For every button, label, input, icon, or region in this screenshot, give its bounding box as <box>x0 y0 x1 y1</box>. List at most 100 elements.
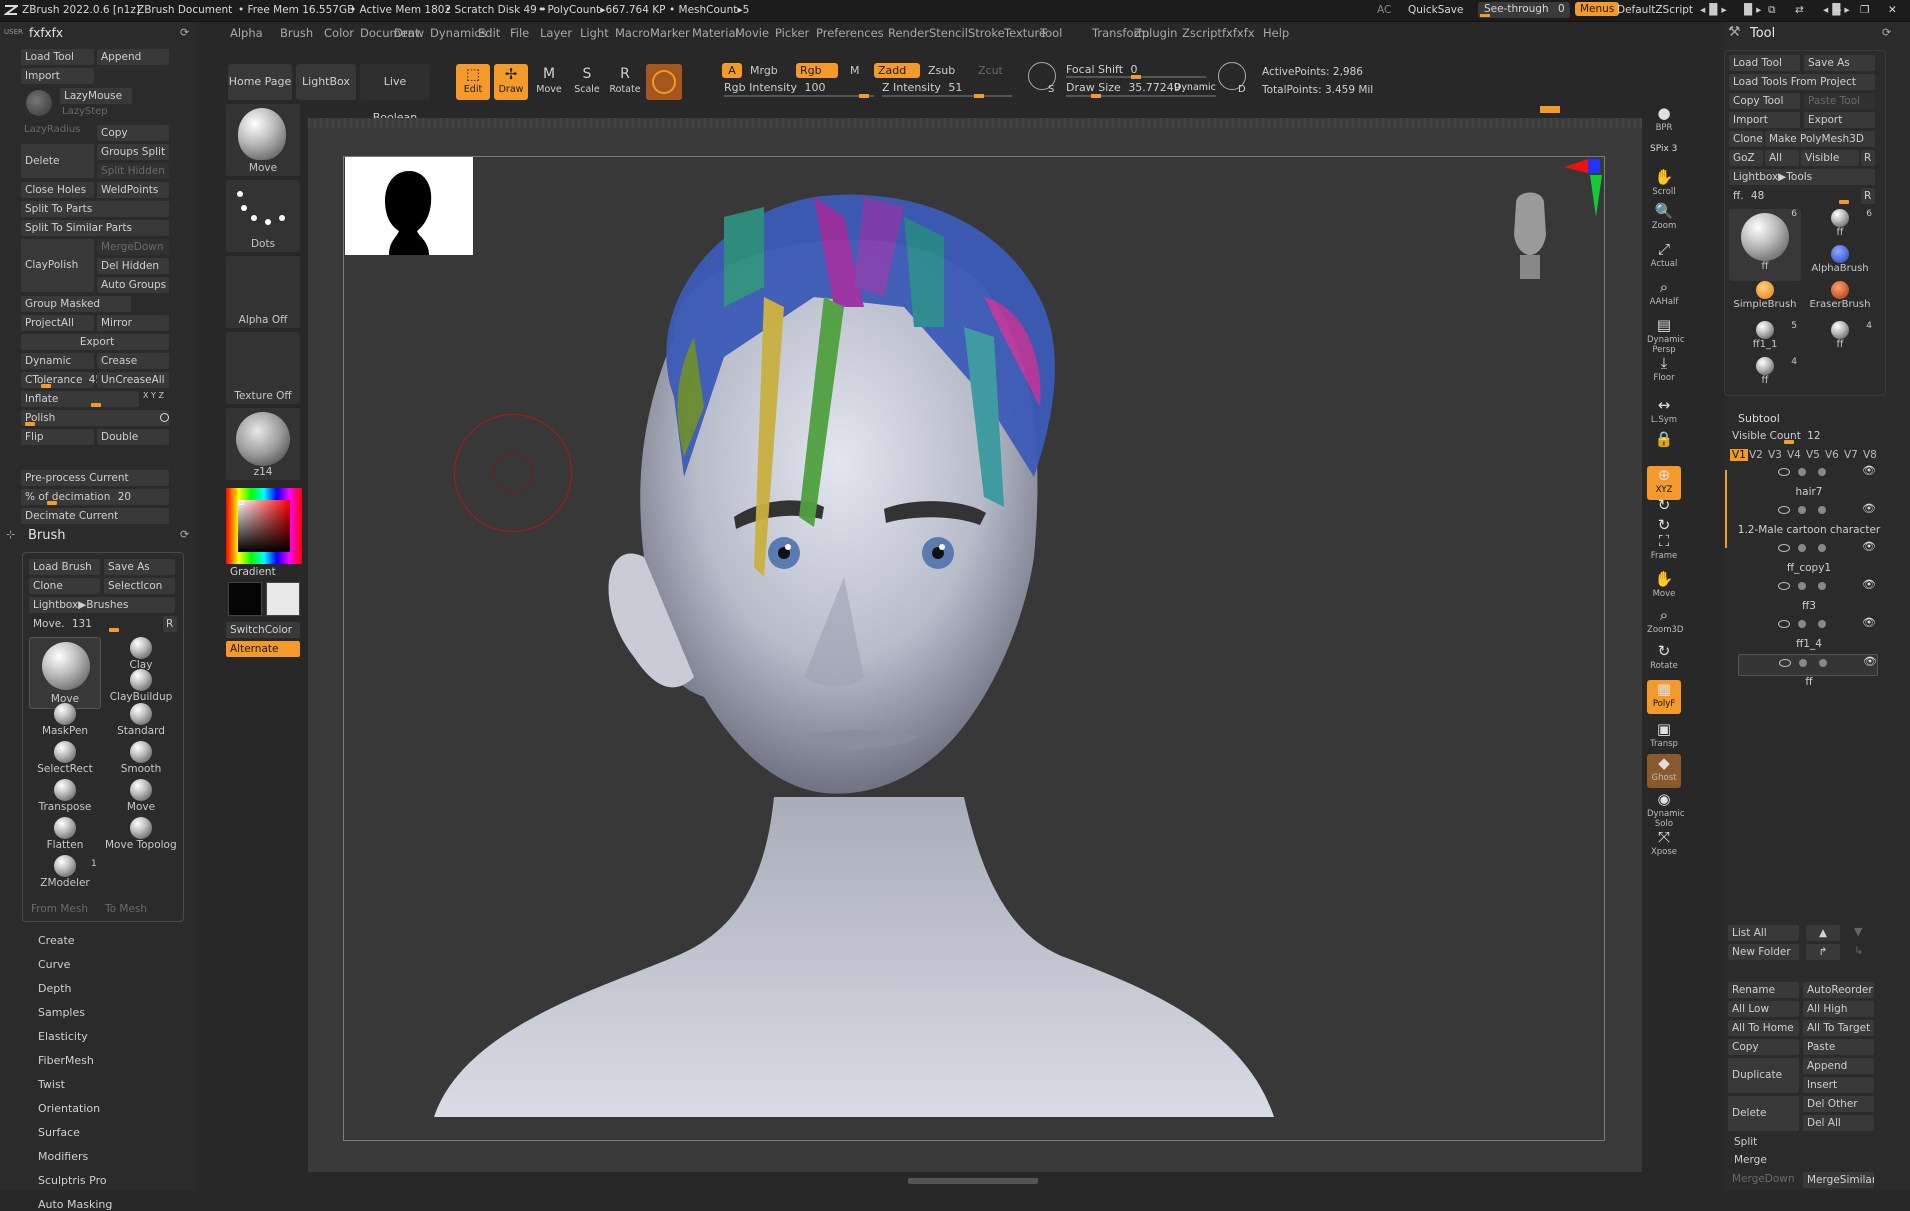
subtool-brush-icon[interactable] <box>1818 582 1826 590</box>
subtool-eye-toggle-icon[interactable] <box>1778 582 1790 590</box>
subtool-visibility-icon[interactable]: 👁 <box>1863 655 1877 668</box>
visible-count-slider[interactable]: Visible Count 12 <box>1728 428 1878 444</box>
all-low-button[interactable]: All Low <box>1728 1001 1799 1017</box>
subtool-name[interactable]: 1.2-Male cartoon character <box>1734 524 1884 536</box>
shelf-rotate-button[interactable]: ↻ Rotate <box>1647 642 1681 676</box>
a-button[interactable]: A <box>722 63 742 78</box>
polish-circle-icon[interactable] <box>160 413 169 422</box>
tool-palette-title[interactable]: Tool <box>1750 26 1775 41</box>
tool-thumb-ff[interactable]: ff 6 <box>1729 209 1801 281</box>
menu-render[interactable]: Render <box>888 26 929 40</box>
see-through-slider[interactable]: See-through 0 <box>1478 2 1570 18</box>
material-thumb[interactable]: z14 <box>226 408 300 480</box>
tool-clone-button[interactable]: Clone <box>1729 131 1763 147</box>
layout-arrows-icon[interactable]: ◂▐▌▸ <box>1700 4 1727 16</box>
alternate-button[interactable]: Alternate <box>226 641 300 657</box>
scale-mode-button[interactable]: S Scale <box>570 64 604 100</box>
shelf-xpose-button[interactable]: ⤧ Xpose <box>1647 828 1681 862</box>
brush-item-claybuildup[interactable]: ClayBuildup <box>105 669 177 705</box>
shelf-icon-9-button[interactable]: 🔒 <box>1647 430 1681 464</box>
subtool-brush-icon[interactable] <box>1819 659 1827 667</box>
subtool-mergedown-button[interactable]: MergeDown <box>1732 1173 1795 1185</box>
menu-color[interactable]: Color <box>324 26 354 40</box>
claypolish-button[interactable]: ClayPolish <box>21 239 94 292</box>
subtool-paste-button[interactable]: Paste <box>1803 1039 1874 1055</box>
rgb-intensity-slider[interactable]: Rgb Intensity 100 <box>724 81 874 98</box>
brush-save-as-button[interactable]: Save As <box>104 559 175 575</box>
brush-item-move[interactable]: Move <box>105 779 177 815</box>
subtool-brush-icon[interactable] <box>1818 620 1826 628</box>
to-mesh-button[interactable]: To Mesh <box>105 903 147 915</box>
shelf-dynamic-solo-button[interactable]: ◉ Dynamic Solo <box>1647 790 1685 829</box>
subtool-polypaint-icon[interactable] <box>1798 506 1806 514</box>
subtool-brush-icon[interactable] <box>1818 544 1826 552</box>
brush-move-slider[interactable]: Move. 131 <box>29 616 159 632</box>
brush-item-clay[interactable]: Clay <box>105 637 177 673</box>
subtool-delete-button[interactable]: Delete <box>1728 1096 1799 1131</box>
quicksave-button[interactable]: QuickSave <box>1408 4 1463 16</box>
shelf-zoom-button[interactable]: 🔍 Zoom <box>1647 202 1681 236</box>
submenu-modifiers[interactable]: Modifiers <box>38 1150 88 1163</box>
home-page-button[interactable]: Home Page <box>228 64 292 100</box>
live-boolean-button[interactable]: Live Boolean <box>360 64 430 124</box>
tool-thumb-eraserbrush[interactable]: EraserBrush <box>1804 281 1876 315</box>
texture-thumb[interactable]: Texture Off <box>226 332 300 404</box>
split-section-label[interactable]: Split <box>1734 1136 1757 1148</box>
z-intensity-slider[interactable]: Z Intensity 51 <box>882 81 1012 98</box>
tool-thumb-ff[interactable]: ff 6 <box>1804 209 1876 243</box>
submenu-curve[interactable]: Curve <box>38 958 70 971</box>
tool-thumb-ff1_1[interactable]: ff1_1 5 <box>1729 321 1801 355</box>
move-up-arrow-icon[interactable]: ▲ <box>1806 925 1840 941</box>
subtool-name[interactable]: hair7 <box>1734 486 1884 498</box>
subtool-title[interactable]: Subtool <box>1738 412 1780 425</box>
brush-item-transpose[interactable]: Transpose <box>29 779 101 815</box>
rotate-mode-button[interactable]: R Rotate <box>608 64 642 100</box>
subtool-append-button[interactable]: Append <box>1803 1058 1874 1074</box>
import-button[interactable]: Import <box>21 68 94 84</box>
from-mesh-button[interactable]: From Mesh <box>31 903 88 915</box>
all-to-home-button[interactable]: All To Home <box>1728 1020 1799 1036</box>
sculpted-head-model[interactable] <box>344 157 1606 1142</box>
new-folder-button[interactable]: New Folder <box>1728 944 1799 960</box>
window-tile-icon[interactable]: ⧉ <box>1768 4 1776 17</box>
goz-button[interactable]: GoZ <box>1729 150 1763 166</box>
shelf-transp-button[interactable]: ▣ Transp <box>1647 720 1681 754</box>
shelf-floor-button[interactable]: ⤓ Floor <box>1647 354 1681 388</box>
menu-material[interactable]: Material <box>692 26 739 40</box>
dynamic-button[interactable]: Dynamic <box>1174 82 1216 93</box>
tool-ff-r-button[interactable]: R <box>1861 188 1875 204</box>
shelf-actual-button[interactable]: ⤢ Actual <box>1647 240 1681 274</box>
folder-arrow-dim-icon[interactable]: ↳ <box>1854 944 1863 957</box>
main-color-swatch[interactable] <box>228 582 262 616</box>
brush-item-maskpen[interactable]: MaskPen <box>29 703 101 739</box>
mergedown-button[interactable]: MergeDown <box>97 239 169 255</box>
load-tools-from-project-button[interactable]: Load Tools From Project <box>1729 74 1875 90</box>
uncreaseall-button[interactable]: UnCreaseAll <box>97 372 169 388</box>
brush-item-move-topologic[interactable]: Move Topologic <box>105 817 177 853</box>
group-masked-button[interactable]: Group Masked <box>21 296 131 312</box>
menu-stroke[interactable]: Stroke <box>968 26 1005 40</box>
brush-palette-drag-icon[interactable]: ⊹ <box>6 528 15 541</box>
copy-button[interactable]: Copy <box>97 125 169 141</box>
subtool-version-v4[interactable]: V4 <box>1787 449 1801 461</box>
subtool-visibility-icon[interactable]: 👁 <box>1862 578 1876 591</box>
mirror-button[interactable]: Mirror <box>97 315 169 331</box>
subtool-row[interactable]: 👁 <box>1738 654 1878 676</box>
lightbox-brushes-button[interactable]: Lightbox▶Brushes <box>29 597 175 613</box>
subtool-row[interactable]: 👁 <box>1738 616 1878 638</box>
subtool-name[interactable]: ff <box>1734 676 1884 688</box>
submenu-elasticity[interactable]: Elasticity <box>38 1030 88 1043</box>
brush-item-flatten[interactable]: Flatten <box>29 817 101 853</box>
subtool-version-v2[interactable]: V2 <box>1749 449 1763 461</box>
current-brush-thumb[interactable]: Move <box>226 104 300 176</box>
brush-clone-button[interactable]: Clone <box>29 578 100 594</box>
stroke-thumb[interactable]: Dots <box>226 180 300 252</box>
menus-button[interactable]: Menus <box>1575 2 1620 16</box>
subtool-eye-toggle-icon[interactable] <box>1778 506 1790 514</box>
zadd-button[interactable]: Zadd <box>874 63 920 78</box>
rgb-button[interactable]: Rgb <box>796 63 838 78</box>
spix-slider[interactable]: SPix 3 <box>1650 144 1677 154</box>
subtool-row[interactable]: 👁 <box>1738 578 1878 600</box>
menu-zscript[interactable]: Zscript <box>1182 26 1222 40</box>
load-brush-button[interactable]: Load Brush <box>29 559 100 575</box>
